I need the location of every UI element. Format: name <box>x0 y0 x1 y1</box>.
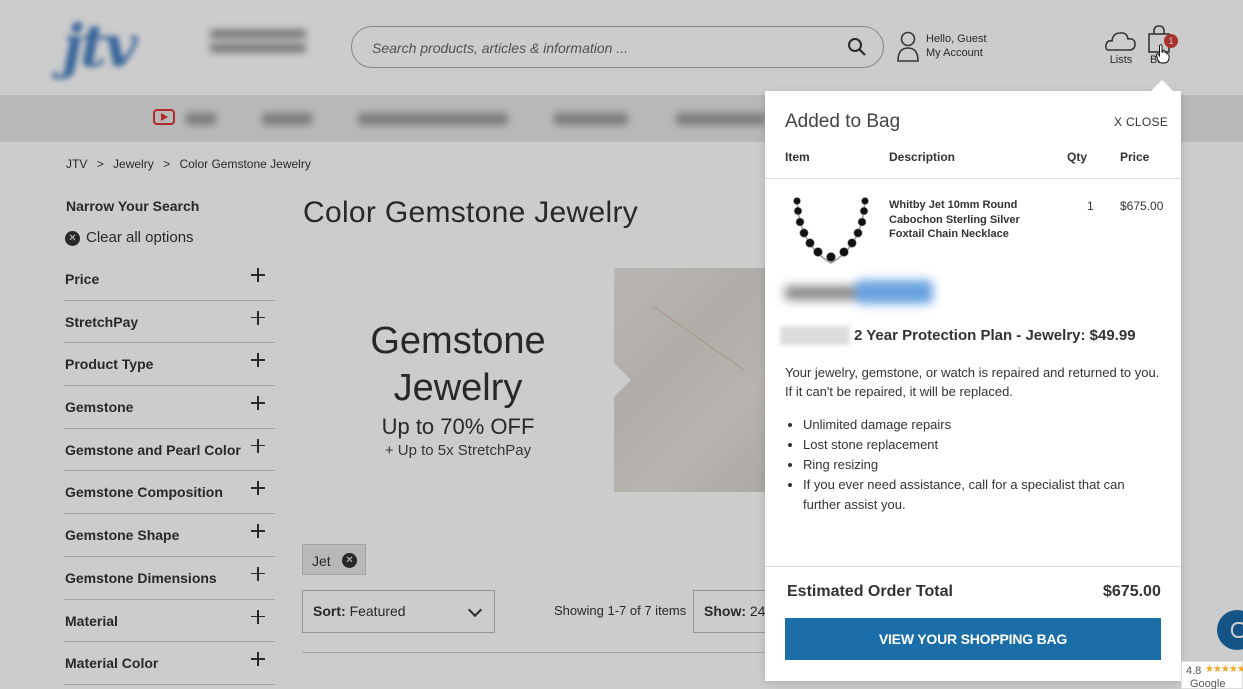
item-description[interactable]: Whitby Jet 10mm Round Cabochon Sterling … <box>889 198 1057 242</box>
plan-title: 2 Year Protection Plan - Jewelry: $49.99 <box>854 327 1136 344</box>
google-rating-badge[interactable]: 4.8 ★★★★★ Google <box>1181 661 1243 689</box>
total-divider <box>765 566 1181 567</box>
plan-benefit: If you ever need assistance, call for a … <box>803 475 1163 515</box>
view-shopping-bag-button[interactable]: VIEW YOUR SHOPPING BAG <box>785 618 1161 660</box>
plan-checkbox-blurred[interactable] <box>780 326 850 345</box>
popup-caret <box>1150 80 1174 92</box>
col-description-header: Description <box>889 150 956 164</box>
col-qty-header: Qty <box>1067 150 1088 164</box>
popup-title: Added to Bag <box>785 111 901 132</box>
col-price-header: Price <box>1120 150 1150 164</box>
hand-cursor-icon <box>1156 44 1170 64</box>
close-button[interactable]: X CLOSE <box>1114 115 1168 129</box>
plan-description: Your jewelry, gemstone, or watch is repa… <box>785 365 1160 399</box>
col-item-header: Item <box>785 150 810 164</box>
rating-value: 4.8 <box>1186 665 1202 677</box>
plan-benefit: Lost stone replacement <box>803 435 1163 455</box>
item-qty: 1 <box>1087 199 1094 213</box>
star-rating-icon: ★★★★★ <box>1205 664 1243 675</box>
order-total-label: Estimated Order Total <box>787 583 953 600</box>
necklace-thumbnail[interactable] <box>787 195 875 269</box>
item-price: $675.00 <box>1120 199 1164 213</box>
header-divider <box>765 178 1181 179</box>
plan-benefits-list: Unlimited damage repairs Lost stone repl… <box>803 415 1163 515</box>
protection-brand-logo-blurred <box>785 278 935 310</box>
order-total-value: $675.00 <box>1103 583 1161 600</box>
google-label: Google <box>1190 678 1226 689</box>
plan-benefit: Ring resizing <box>803 455 1163 475</box>
added-to-bag-popup: Added to Bag X CLOSE Item Description Qt… <box>765 91 1181 681</box>
plan-benefit: Unlimited damage repairs <box>803 415 1163 435</box>
